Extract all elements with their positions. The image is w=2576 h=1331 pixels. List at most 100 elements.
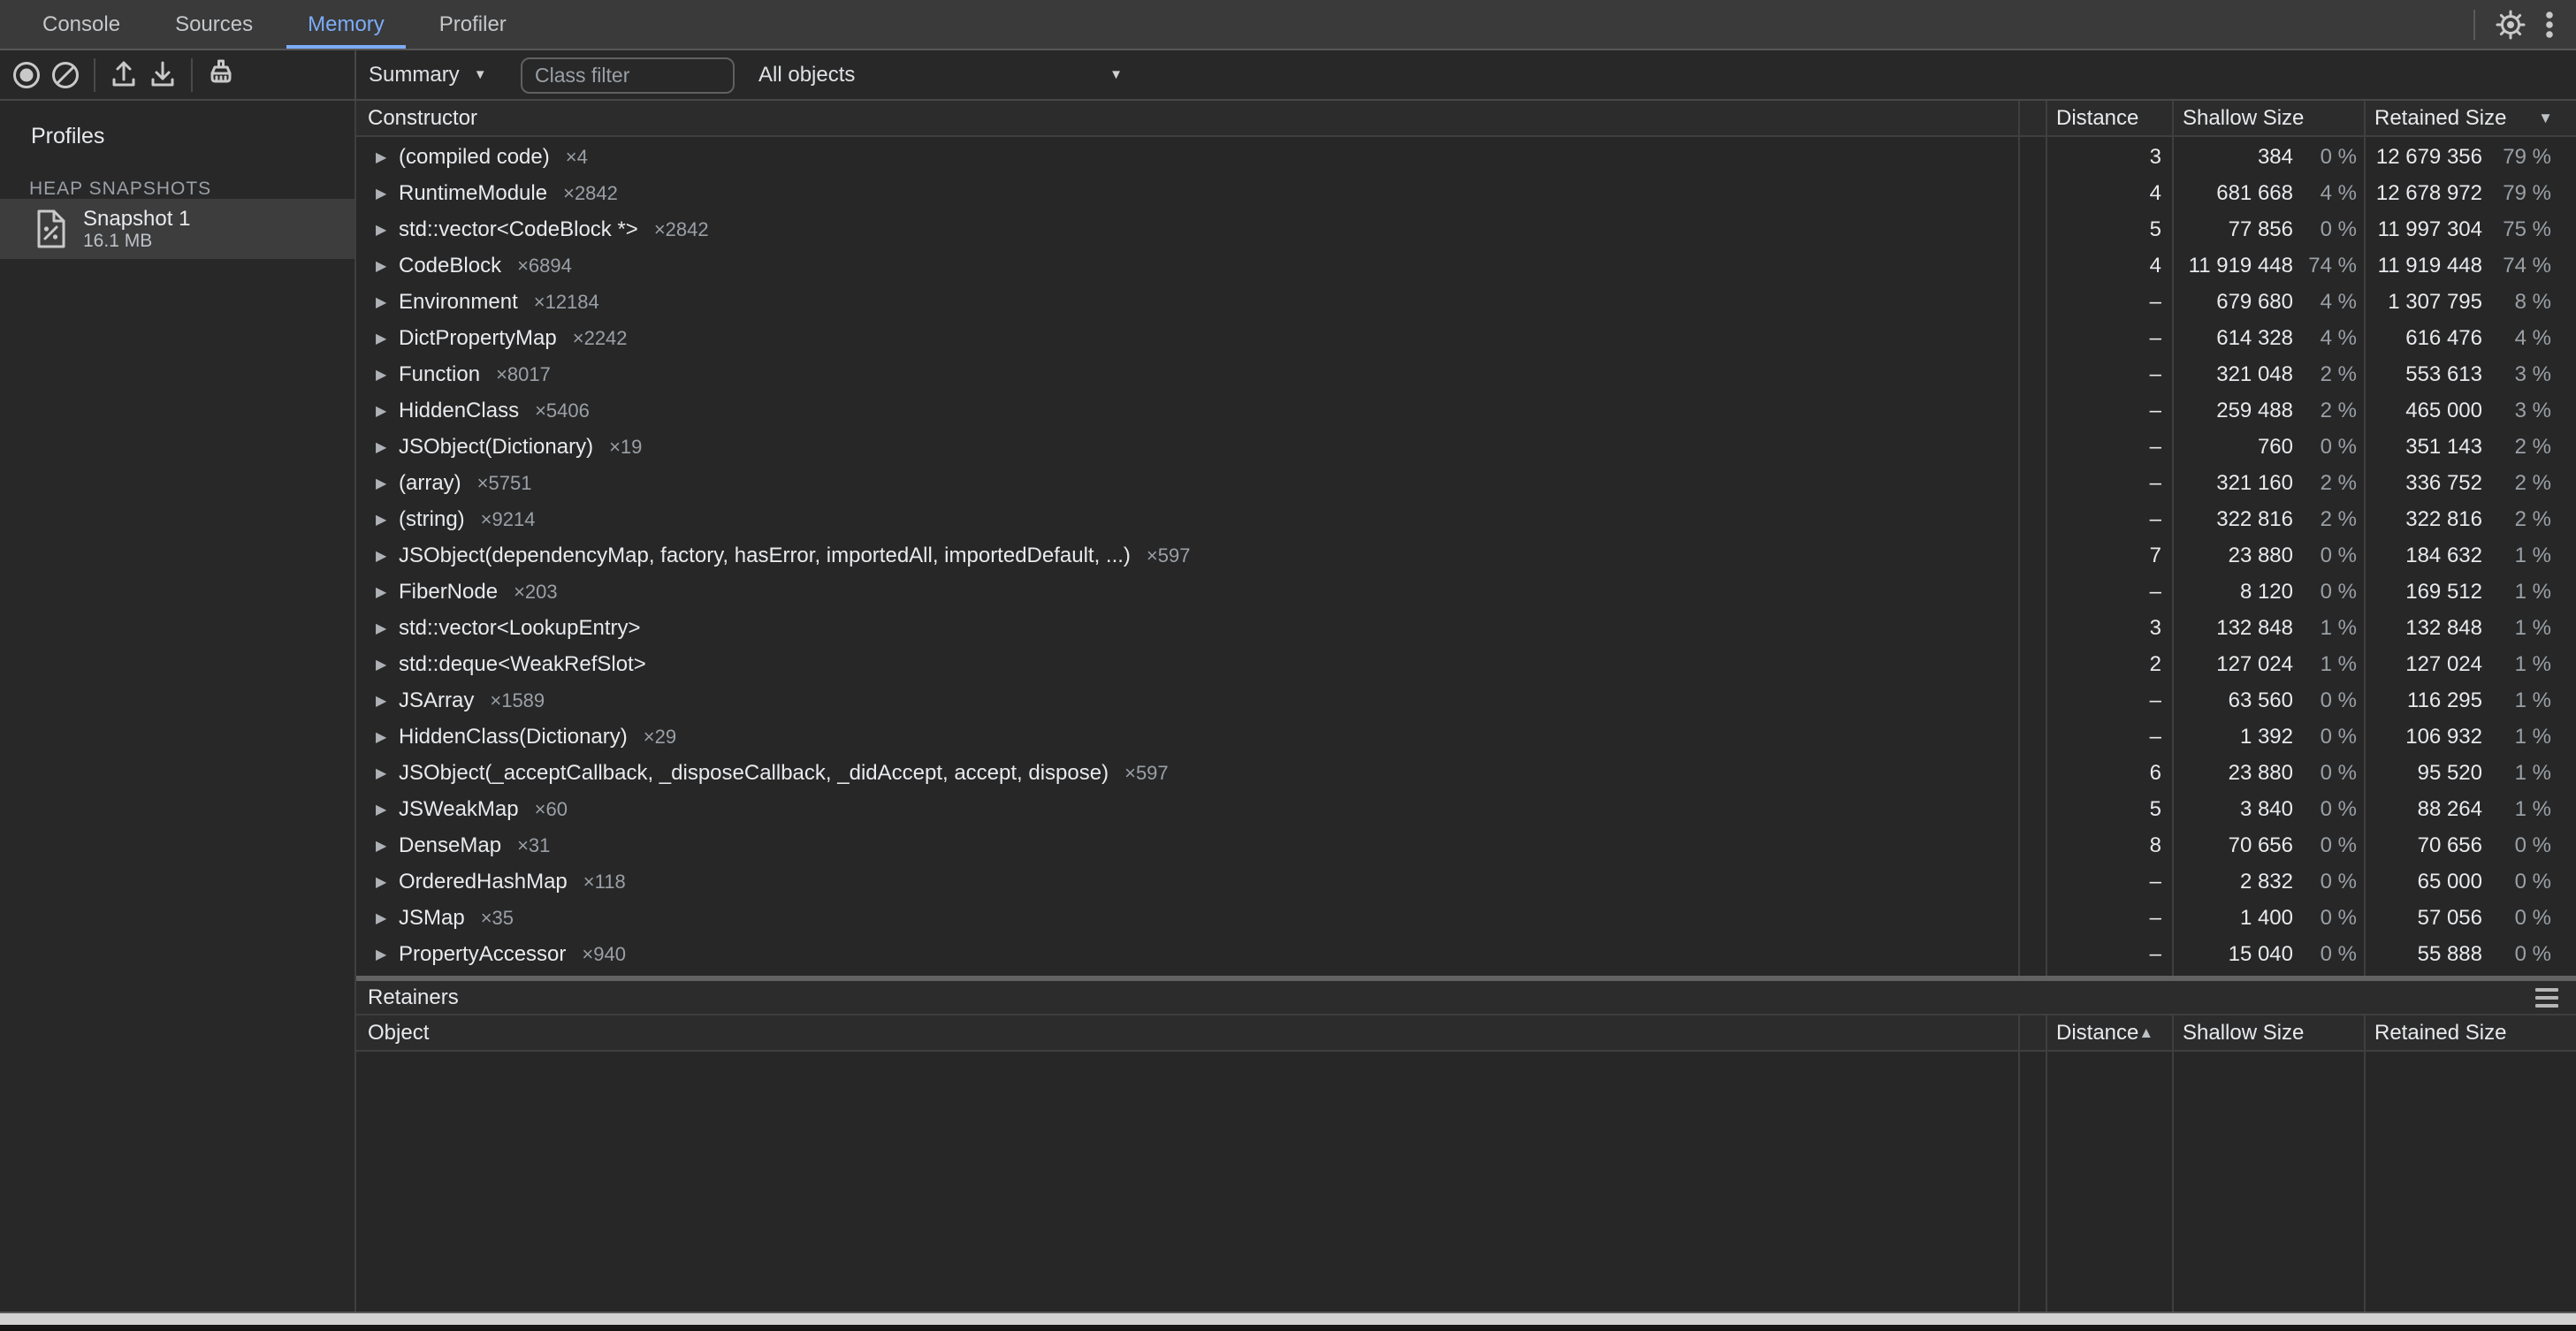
disclosure-triangle-icon[interactable]: ▶	[376, 438, 399, 456]
retained-size-cell: 70 656 0 %	[2364, 833, 2576, 858]
tab-memory[interactable]: Memory	[286, 0, 406, 49]
scrollbar-gutter	[2018, 863, 2046, 900]
more-options-kebab-icon[interactable]	[2530, 5, 2569, 44]
column-header-distance[interactable]: Distance ▲	[2046, 1015, 2172, 1050]
constructor-row[interactable]: ▶ JSWeakMap ×60 5 3 840 0 % 88 264 1 %	[356, 791, 2576, 827]
instance-count: ×597	[1147, 544, 1191, 567]
disclosure-triangle-icon[interactable]: ▶	[376, 764, 399, 782]
constructor-row[interactable]: ▶ DenseMap ×31 8 70 656 0 % 70 656 0 %	[356, 827, 2576, 863]
instance-count: ×203	[514, 581, 558, 604]
disclosure-triangle-icon[interactable]: ▶	[376, 547, 399, 565]
constructor-row[interactable]: ▶ DictPropertyMap ×2242 – 614 328 4 % 61…	[356, 320, 2576, 356]
tab-sources[interactable]: Sources	[154, 0, 274, 49]
constructor-row[interactable]: ▶ JSObject(Dictionary) ×19 – 760 0 % 351…	[356, 429, 2576, 465]
constructor-row[interactable]: ▶ JSObject(dependencyMap, factory, hasEr…	[356, 537, 2576, 574]
disclosure-triangle-icon[interactable]: ▶	[376, 330, 399, 347]
perspective-select-value: Summary	[369, 63, 460, 87]
instance-count: ×19	[609, 436, 642, 459]
window-bottom-scrollbar[interactable]	[0, 1313, 2576, 1325]
load-profile-icon[interactable]	[104, 56, 143, 95]
column-header-constructor[interactable]: Constructor	[356, 101, 2018, 135]
distance-cell: –	[2046, 399, 2172, 423]
settings-gear-icon[interactable]	[2491, 5, 2530, 44]
retained-size-cell: 351 143 2 %	[2364, 435, 2576, 460]
disclosure-triangle-icon[interactable]: ▶	[376, 946, 399, 963]
column-header-retained-size[interactable]: Retained Size	[2364, 1015, 2576, 1050]
scrollbar-gutter	[2018, 320, 2046, 356]
shallow-size-cell: 2 832 0 %	[2172, 870, 2364, 894]
disclosure-triangle-icon[interactable]: ▶	[376, 511, 399, 529]
perspective-select[interactable]: Summary ▼	[369, 50, 487, 99]
disclosure-triangle-icon[interactable]: ▶	[376, 148, 399, 166]
shallow-size-cell: 1 400 0 %	[2172, 906, 2364, 931]
objects-filter-select[interactable]: All objects ▼	[758, 50, 1123, 99]
disclosure-triangle-icon[interactable]: ▶	[376, 293, 399, 311]
constructor-row[interactable]: ▶ FiberNode ×203 – 8 120 0 % 169 512 1 %	[356, 574, 2576, 610]
disclosure-triangle-icon[interactable]: ▶	[376, 837, 399, 855]
disclosure-triangle-icon[interactable]: ▶	[376, 366, 399, 384]
class-filter-input[interactable]	[521, 57, 735, 94]
shallow-size-cell: 321 048 2 %	[2172, 362, 2364, 387]
constructor-row[interactable]: ▶ OrderedHashMap ×118 – 2 832 0 % 65 000…	[356, 863, 2576, 900]
disclosure-triangle-icon[interactable]: ▶	[376, 583, 399, 601]
disclosure-triangle-icon[interactable]: ▶	[376, 728, 399, 746]
retained-size-cell: 55 888 0 %	[2364, 942, 2576, 967]
disclosure-triangle-icon[interactable]: ▶	[376, 402, 399, 420]
collect-garbage-brush-icon[interactable]	[202, 56, 240, 95]
tab-profiler[interactable]: Profiler	[418, 0, 528, 49]
constructor-row[interactable]: ▶ std::vector<CodeBlock *> ×2842 5 77 85…	[356, 211, 2576, 247]
disclosure-triangle-icon[interactable]: ▶	[376, 475, 399, 492]
constructor-row[interactable]: ▶ JSObject(_acceptCallback, _disposeCall…	[356, 755, 2576, 791]
constructor-row[interactable]: ▶ (array) ×5751 – 321 160 2 % 336 752 2 …	[356, 465, 2576, 501]
shallow-size-cell: 614 328 4 %	[2172, 326, 2364, 351]
sidebar-item-snapshot-1[interactable]: Snapshot 1 16.1 MB	[0, 199, 354, 259]
disclosure-triangle-icon[interactable]: ▶	[376, 801, 399, 818]
shallow-size-cell: 321 160 2 %	[2172, 471, 2364, 496]
disclosure-triangle-icon[interactable]: ▶	[376, 620, 399, 637]
disclosure-triangle-icon[interactable]: ▶	[376, 873, 399, 891]
constructor-row[interactable]: ▶ JSArray ×1589 – 63 560 0 % 116 295 1 %	[356, 682, 2576, 719]
constructor-row[interactable]: ▶ PropertyAccessor ×940 – 15 040 0 % 55 …	[356, 936, 2576, 972]
disclosure-triangle-icon[interactable]: ▶	[376, 692, 399, 710]
retainers-menu-icon[interactable]	[2535, 988, 2558, 1008]
retained-size-cell: 95 520 1 %	[2364, 761, 2576, 786]
retained-size-cell: 616 476 4 %	[2364, 326, 2576, 351]
constructor-row[interactable]: ▶ std::deque<WeakRefSlot> 2 127 024 1 % …	[356, 646, 2576, 682]
constructor-row[interactable]: ▶ Function ×8017 – 321 048 2 % 553 613 3…	[356, 356, 2576, 392]
disclosure-triangle-icon[interactable]: ▶	[376, 257, 399, 275]
constructor-row[interactable]: ▶ std::vector<LookupEntry> 3 132 848 1 %…	[356, 610, 2576, 646]
distance-cell: –	[2046, 435, 2172, 460]
column-header-shallow-size[interactable]: Shallow Size	[2172, 1015, 2364, 1050]
retained-size-cell: 184 632 1 %	[2364, 544, 2576, 568]
disclosure-triangle-icon[interactable]: ▶	[376, 221, 399, 239]
constructor-row[interactable]: ▶ Environment ×12184 – 679 680 4 % 1 307…	[356, 284, 2576, 320]
retained-size-cell: 127 024 1 %	[2364, 652, 2576, 677]
column-header-retained-size[interactable]: Retained Size ▼	[2364, 101, 2576, 135]
constructor-row[interactable]: ▶ JSMap ×35 – 1 400 0 % 57 056 0 %	[356, 900, 2576, 936]
column-header-distance[interactable]: Distance	[2046, 101, 2172, 135]
disclosure-triangle-icon[interactable]: ▶	[376, 656, 399, 673]
constructor-row[interactable]: ▶ HiddenClass(Dictionary) ×29 – 1 392 0 …	[356, 719, 2576, 755]
instance-count: ×940	[582, 943, 626, 966]
shallow-size-cell: 259 488 2 %	[2172, 399, 2364, 423]
column-header-object[interactable]: Object	[356, 1015, 2018, 1050]
constructor-row[interactable]: ▶ (string) ×9214 – 322 816 2 % 322 816 2…	[356, 501, 2576, 537]
instance-count: ×2842	[563, 182, 618, 205]
constructor-row[interactable]: ▶ HiddenClass ×5406 – 259 488 2 % 465 00…	[356, 392, 2576, 429]
constructor-row[interactable]: ▶ CodeBlock ×6894 4 11 919 448 74 % 11 9…	[356, 247, 2576, 284]
retained-size-cell: 11 919 448 74 %	[2364, 254, 2576, 278]
objects-filter-value: All objects	[758, 63, 855, 87]
disclosure-triangle-icon[interactable]: ▶	[376, 909, 399, 927]
distance-cell: 4	[2046, 181, 2172, 206]
save-profile-icon[interactable]	[143, 56, 182, 95]
constructor-row[interactable]: ▶ (compiled code) ×4 3 384 0 % 12 679 35…	[356, 139, 2576, 175]
shallow-size-cell: 760 0 %	[2172, 435, 2364, 460]
column-header-shallow-size[interactable]: Shallow Size	[2172, 101, 2364, 135]
record-heap-snapshot-icon[interactable]	[7, 56, 46, 95]
disclosure-triangle-icon[interactable]: ▶	[376, 185, 399, 202]
grid-column-border	[2172, 101, 2174, 976]
tab-console[interactable]: Console	[21, 0, 141, 49]
clear-profiles-icon[interactable]	[46, 56, 85, 95]
instance-count: ×29	[644, 726, 676, 749]
constructor-row[interactable]: ▶ RuntimeModule ×2842 4 681 668 4 % 12 6…	[356, 175, 2576, 211]
